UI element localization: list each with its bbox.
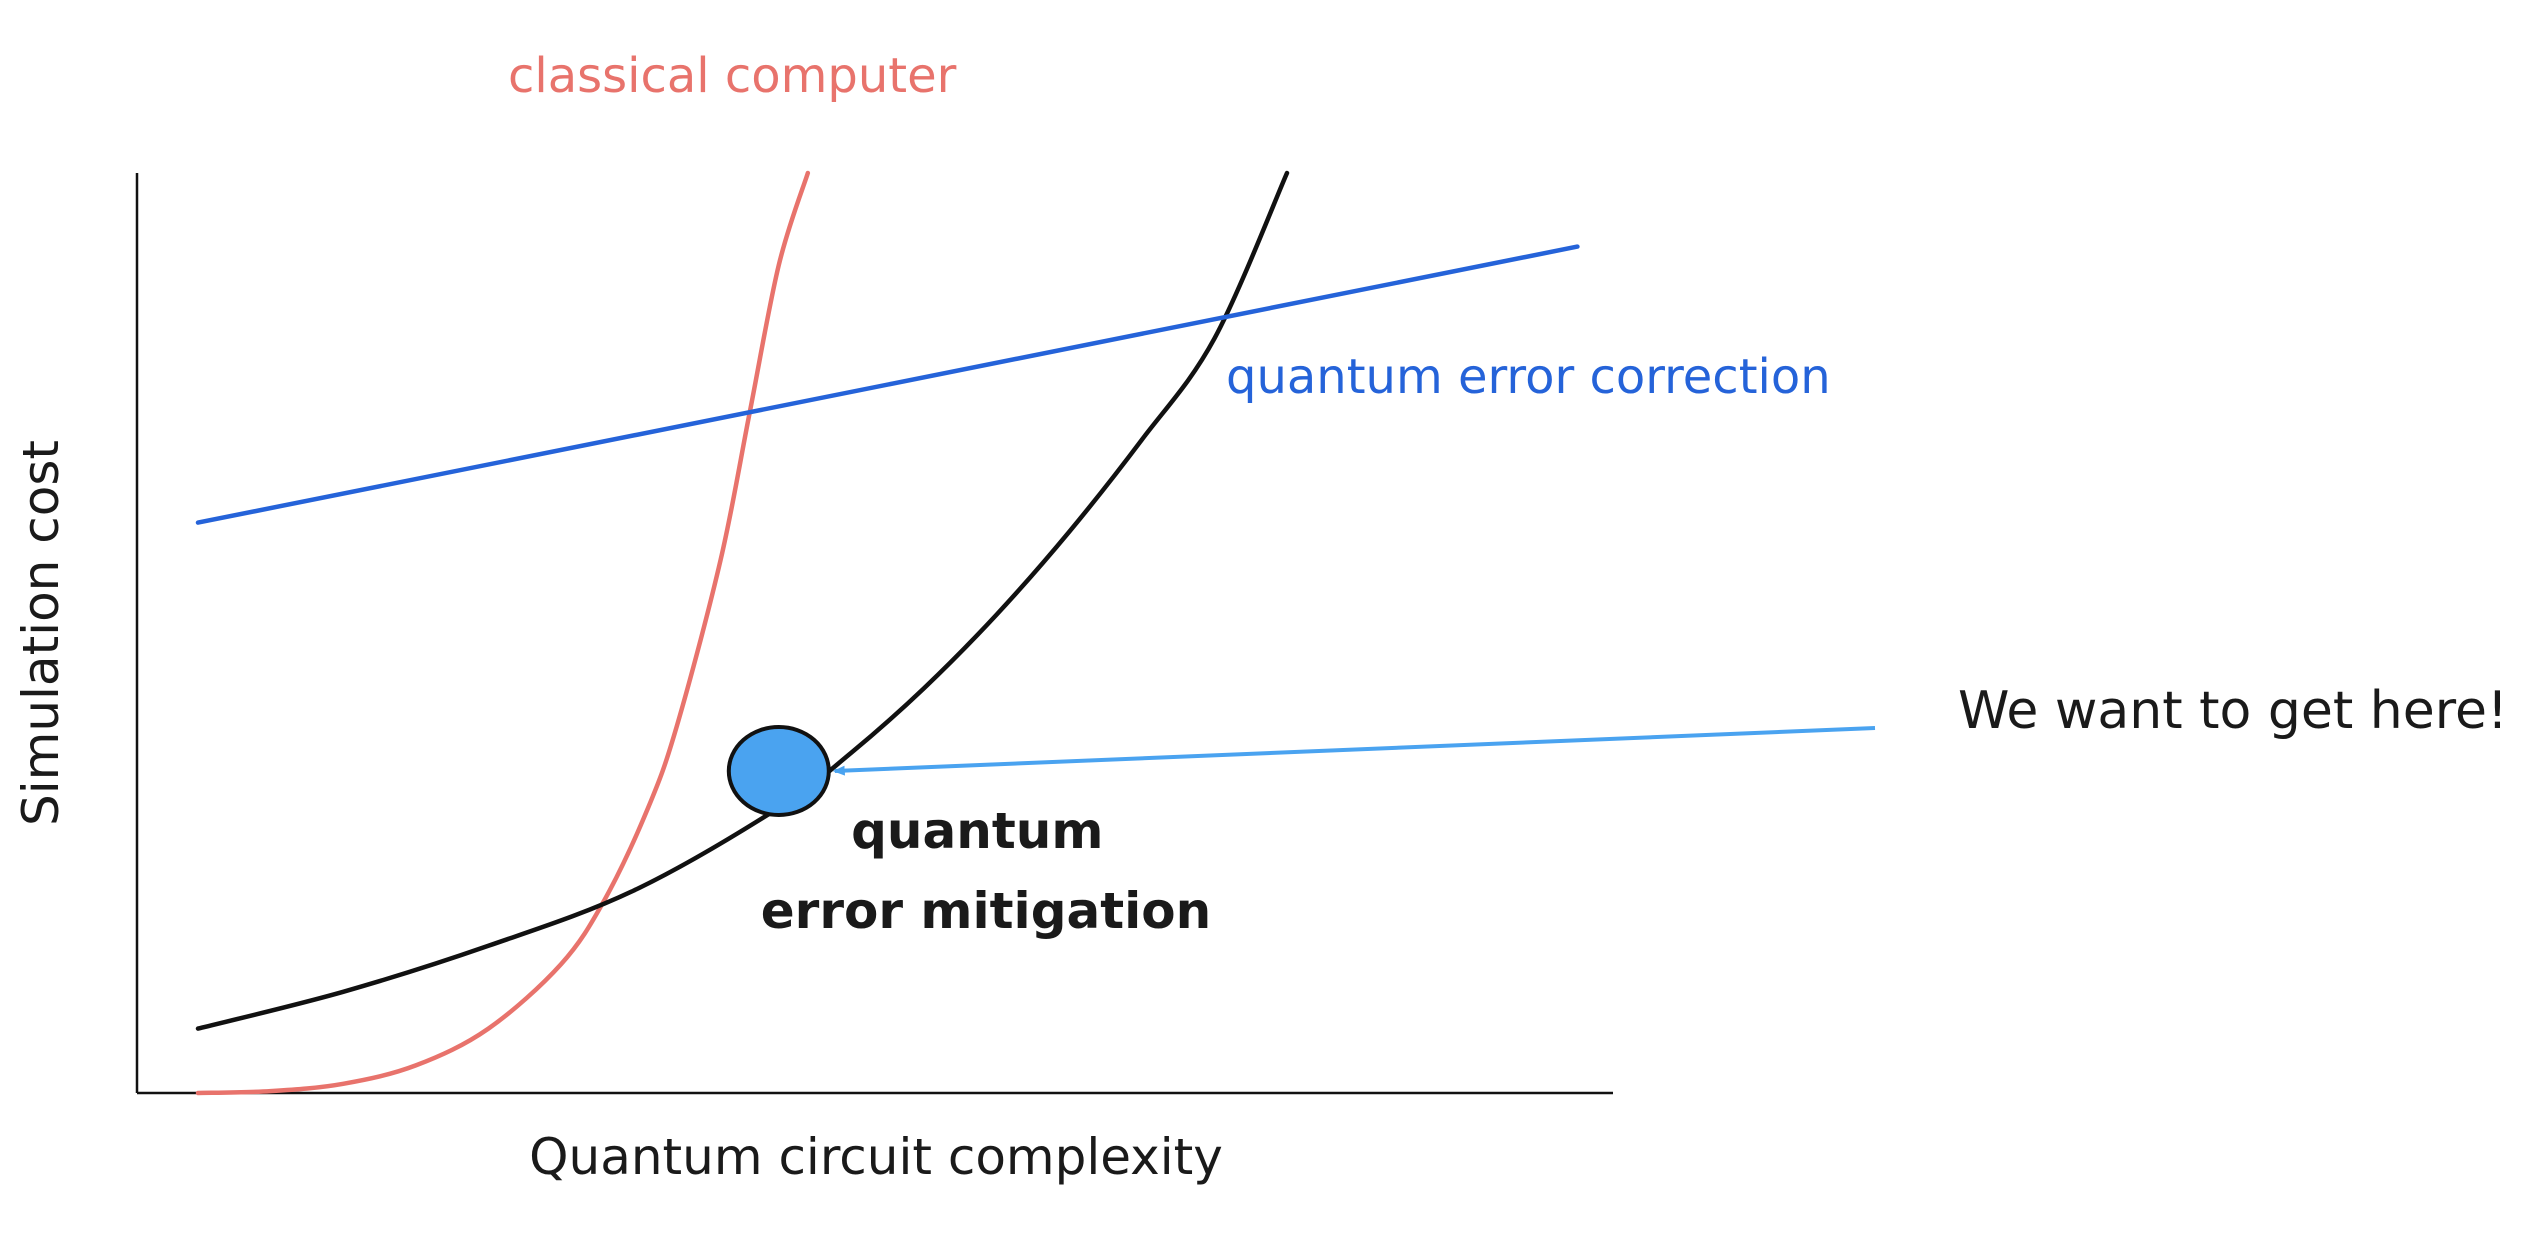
series-line-classical-computer	[195, 170, 811, 1096]
x-axis-label: Quantum circuit complexity	[529, 1128, 1223, 1186]
series-label-qec: quantum error correction	[1226, 349, 1831, 405]
series-label-qem: quantum error mitigation	[761, 802, 1211, 940]
y-axis-label: Simulation cost	[12, 440, 70, 826]
annotation-arrow	[832, 726, 1876, 776]
annotation-text: We want to get here!	[1958, 681, 2508, 741]
series-label-classical: classical computer	[508, 48, 957, 104]
highlight-point	[726, 725, 831, 817]
chart: classical computer quantum error correct…	[12, 48, 2508, 1186]
